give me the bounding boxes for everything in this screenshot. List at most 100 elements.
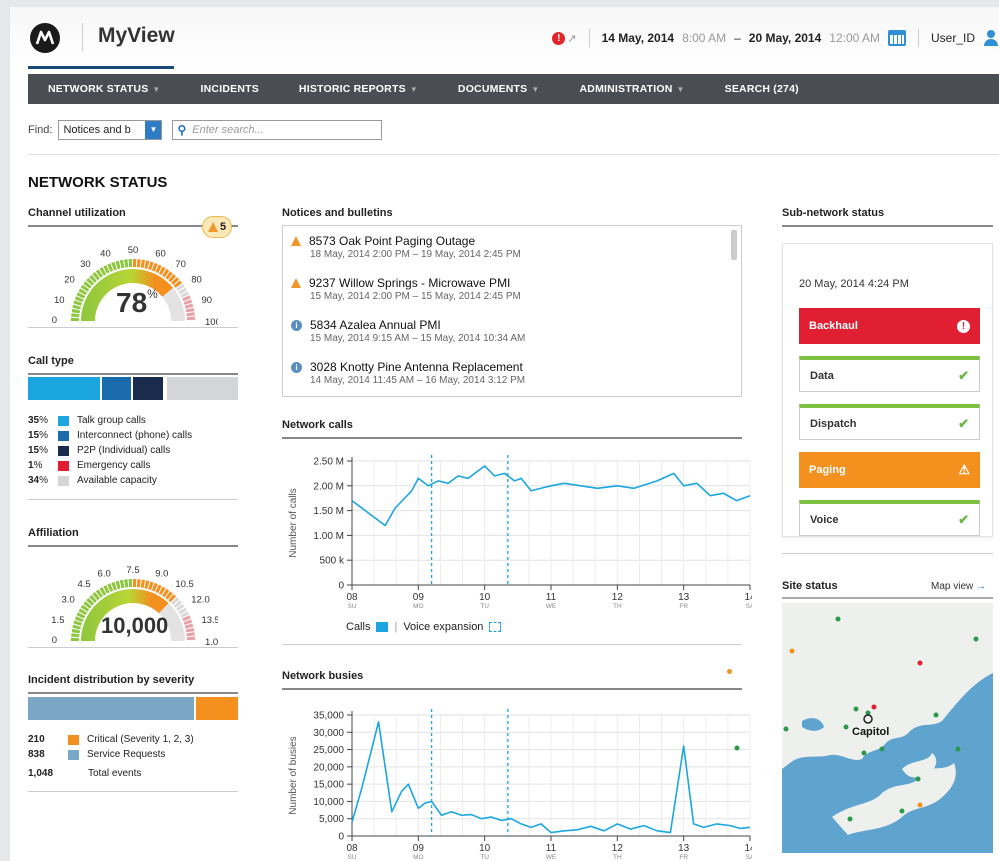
time-from[interactable]: 8:00 AM	[682, 31, 726, 45]
data-point[interactable]	[483, 465, 485, 467]
data-point[interactable]	[739, 827, 741, 829]
data-point[interactable]	[596, 487, 598, 489]
data-point[interactable]	[702, 826, 704, 828]
data-point[interactable]	[563, 482, 565, 484]
data-point[interactable]	[470, 813, 472, 815]
data-point[interactable]	[407, 783, 409, 785]
incident-segment[interactable]	[28, 697, 196, 720]
nav-item-3[interactable]: DOCUMENTS ▼	[438, 83, 560, 95]
data-point[interactable]	[490, 816, 492, 818]
data-point[interactable]	[520, 823, 522, 825]
nav-item-0[interactable]: NETWORK STATUS ▼	[28, 83, 181, 95]
data-point[interactable]	[682, 745, 684, 747]
data-point[interactable]	[367, 512, 369, 514]
data-point[interactable]	[540, 487, 542, 489]
data-point[interactable]	[550, 485, 552, 487]
data-point[interactable]	[540, 823, 542, 825]
data-point[interactable]	[377, 721, 379, 723]
data-point[interactable]	[417, 807, 419, 809]
subnet-tile-data[interactable]: Data ✔	[799, 356, 980, 392]
data-point[interactable]	[391, 811, 393, 813]
data-point[interactable]	[417, 477, 419, 479]
date-from[interactable]: 14 May, 2014	[602, 31, 675, 45]
notice-item[interactable]: 9237 Willow Springs - Microwave PMI 15 Ma…	[291, 276, 521, 302]
data-point[interactable]	[447, 482, 449, 484]
calendar-icon[interactable]	[887, 30, 906, 46]
search-input[interactable]: ⚲ Enter search...	[172, 120, 383, 140]
data-point[interactable]	[709, 495, 711, 497]
notice-item[interactable]: i 5834 Azalea Annual PMI 15 May, 2014 9:15…	[291, 318, 525, 344]
data-point[interactable]	[493, 475, 495, 477]
call-type-segment[interactable]	[28, 377, 102, 400]
data-point[interactable]	[510, 818, 512, 820]
user-icon[interactable]	[983, 30, 999, 46]
data-point[interactable]	[656, 480, 658, 482]
data-point[interactable]	[616, 485, 618, 487]
data-point[interactable]	[729, 824, 731, 826]
data-point[interactable]	[530, 826, 532, 828]
subnet-tile-voice[interactable]: Voice ✔	[799, 500, 980, 536]
data-point[interactable]	[450, 811, 452, 813]
nav-item-4[interactable]: ADMINISTRATION ▼	[560, 83, 705, 95]
data-point[interactable]	[673, 472, 675, 474]
notice-item[interactable]: i 3028 Knotty Pine Antenna Replacement 14 …	[291, 360, 525, 386]
data-point[interactable]	[682, 485, 684, 487]
data-point[interactable]	[633, 487, 635, 489]
subnet-tile-dispatch[interactable]: Dispatch ✔	[799, 404, 980, 440]
data-point[interactable]	[736, 499, 738, 501]
data-point[interactable]	[440, 814, 442, 816]
data-point[interactable]	[749, 826, 751, 828]
nav-item-2[interactable]: HISTORIC REPORTS ▼	[279, 83, 438, 95]
data-point[interactable]	[696, 482, 698, 484]
data-point[interactable]	[629, 828, 631, 830]
data-point[interactable]	[749, 495, 751, 497]
find-scope-select[interactable]: Notices and b ▼	[58, 120, 163, 140]
data-point[interactable]	[580, 485, 582, 487]
map-view-link[interactable]: Map view →	[931, 581, 986, 592]
data-point[interactable]	[384, 524, 386, 526]
time-to[interactable]: 12:00 AM	[829, 31, 880, 45]
data-point[interactable]	[467, 477, 469, 479]
notice-item[interactable]: 8573 Oak Point Paging Outage 18 May, 2014…	[291, 234, 521, 260]
nav-item-1[interactable]: INCIDENTS	[181, 83, 279, 95]
user-id[interactable]: User_ID	[931, 31, 975, 45]
data-point[interactable]	[477, 470, 479, 472]
data-point[interactable]	[722, 492, 724, 494]
data-point[interactable]	[500, 819, 502, 821]
data-point[interactable]	[603, 830, 605, 832]
data-point[interactable]	[437, 480, 439, 482]
data-point[interactable]	[457, 475, 459, 477]
data-point[interactable]	[643, 824, 645, 826]
data-point[interactable]	[411, 490, 413, 492]
data-point[interactable]	[424, 802, 426, 804]
data-point[interactable]	[351, 499, 353, 501]
data-point[interactable]	[550, 831, 552, 833]
call-type-segment[interactable]	[101, 377, 133, 400]
data-point[interactable]	[530, 490, 532, 492]
data-point[interactable]	[460, 814, 462, 816]
motorola-logo-icon[interactable]	[30, 23, 60, 53]
incident-segment[interactable]	[195, 697, 238, 720]
data-point[interactable]	[656, 830, 658, 832]
trend-up-icon[interactable]: ↗	[567, 32, 576, 45]
nav-item-5[interactable]: SEARCH (274)	[705, 83, 819, 95]
data-point[interactable]	[427, 485, 429, 487]
scrollbar[interactable]	[731, 230, 737, 260]
subnet-tile-backhaul[interactable]: Backhaul!	[799, 308, 980, 344]
data-point[interactable]	[716, 823, 718, 825]
data-point[interactable]	[394, 507, 396, 509]
alert-icon[interactable]: !	[552, 31, 566, 45]
data-point[interactable]	[563, 830, 565, 832]
data-point[interactable]	[430, 800, 432, 802]
call-type-segment[interactable]	[133, 377, 165, 400]
data-point[interactable]	[513, 480, 515, 482]
data-point[interactable]	[503, 472, 505, 474]
site-map[interactable]: Capitol	[782, 603, 993, 853]
data-point[interactable]	[669, 831, 671, 833]
data-point[interactable]	[401, 790, 403, 792]
data-point[interactable]	[590, 825, 592, 827]
data-point[interactable]	[361, 786, 363, 788]
data-point[interactable]	[520, 477, 522, 479]
data-point[interactable]	[351, 821, 353, 823]
data-point[interactable]	[616, 823, 618, 825]
